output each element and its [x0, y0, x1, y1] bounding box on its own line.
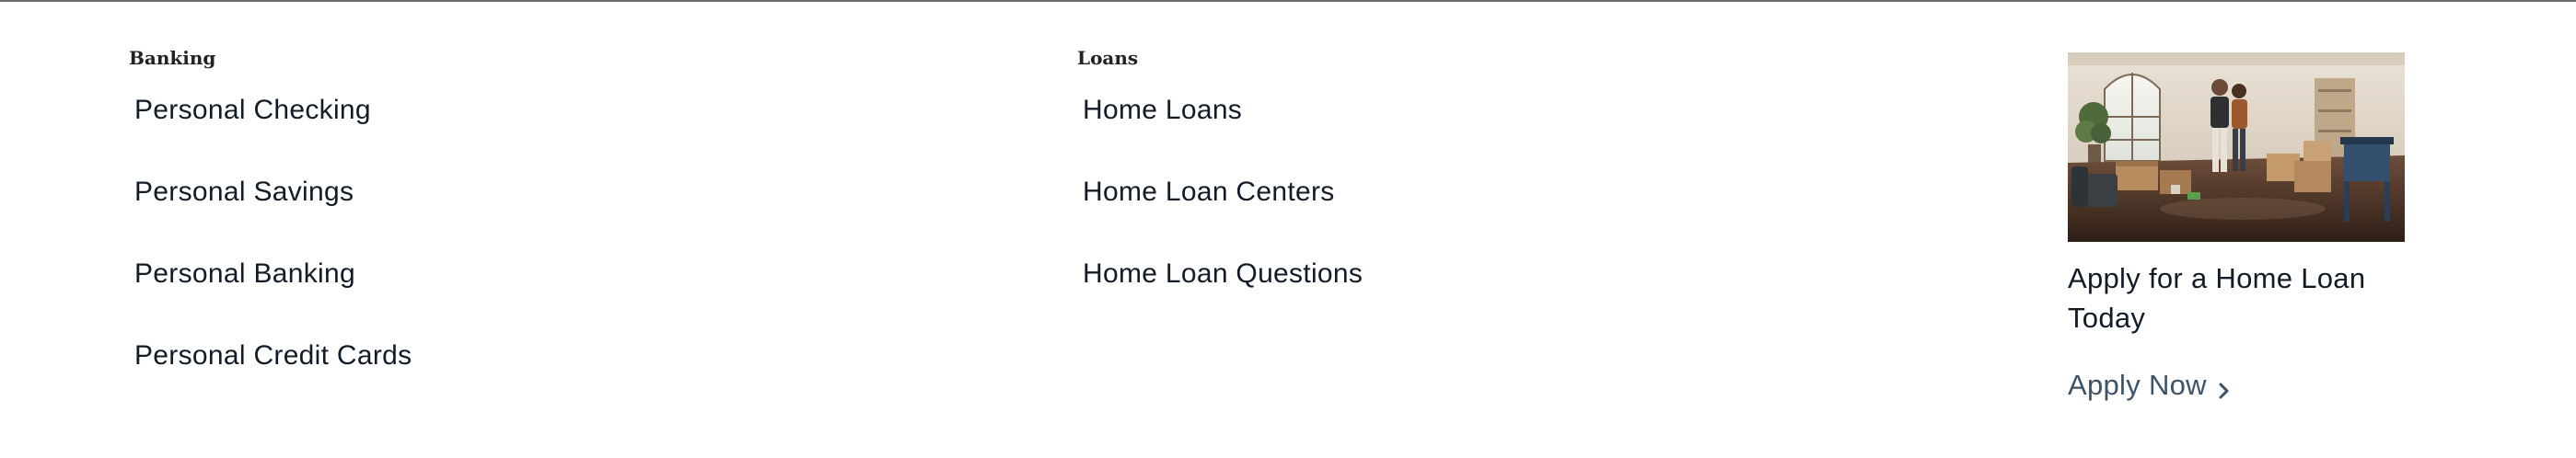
home-loan-questions-link[interactable]: Home Loan Questions: [1077, 254, 1363, 294]
banking-column: Banking Personal Checking Personal Savin…: [129, 44, 412, 418]
personal-banking-link[interactable]: Personal Banking: [129, 254, 355, 294]
home-loans-link[interactable]: Home Loans: [1077, 90, 1242, 131]
promo-image[interactable]: [2068, 52, 2405, 242]
mega-menu: Banking Personal Checking Personal Savin…: [0, 0, 2576, 458]
personal-checking-link[interactable]: Personal Checking: [129, 90, 371, 131]
list-item: Personal Savings: [129, 172, 412, 254]
loans-column: Loans Home Loans Home Loan Centers Home …: [1077, 44, 1363, 336]
banking-heading: Banking: [129, 47, 216, 69]
personal-credit-cards-link[interactable]: Personal Credit Cards: [129, 336, 412, 376]
list-item: Personal Credit Cards: [129, 336, 412, 418]
loans-links: Home Loans Home Loan Centers Home Loan Q…: [1077, 90, 1363, 336]
personal-savings-link[interactable]: Personal Savings: [129, 172, 354, 212]
promo-title: Apply for a Home Loan Today: [2068, 262, 2366, 334]
apply-now-label: Apply Now: [2068, 369, 2207, 401]
apply-now-link[interactable]: Apply Now: [2068, 369, 2233, 402]
list-item: Personal Banking: [129, 254, 412, 336]
chevron-right-icon: [2216, 375, 2233, 399]
loans-heading: Loans: [1077, 47, 1139, 69]
banking-links: Personal Checking Personal Savings Perso…: [129, 90, 412, 418]
couple-moving-house-image: [2068, 52, 2405, 242]
list-item: Home Loan Questions: [1077, 254, 1363, 336]
list-item: Personal Checking: [129, 90, 412, 172]
list-item: Home Loans: [1077, 90, 1363, 172]
home-loan-centers-link[interactable]: Home Loan Centers: [1077, 172, 1335, 212]
list-item: Home Loan Centers: [1077, 172, 1363, 254]
promo-card: Apply for a Home Loan Today Apply Now: [2068, 52, 2405, 402]
